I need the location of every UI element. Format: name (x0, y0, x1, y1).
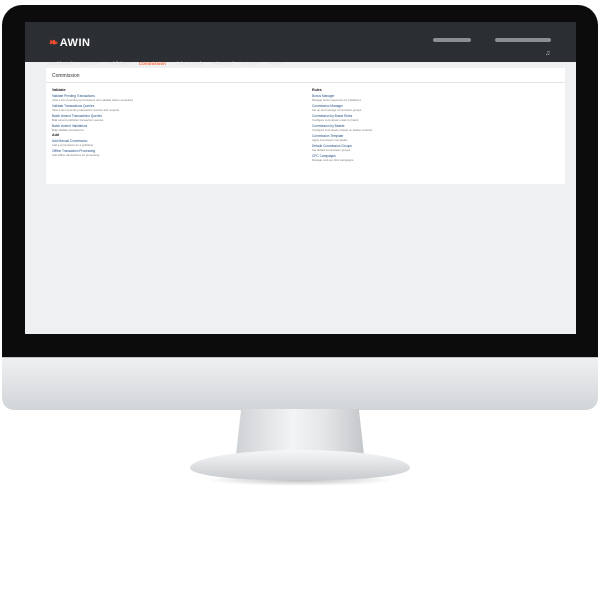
nav-item-dashboard[interactable]: Dashboard (49, 61, 73, 66)
entry-link[interactable]: Batch Amend Validations (52, 124, 302, 128)
entry-link[interactable]: Commission Template (312, 134, 562, 138)
awin-logo[interactable]: ❧AWIN (49, 36, 90, 49)
section-heading: Rules (312, 88, 322, 92)
entry-link[interactable]: CPC Campaigns (312, 154, 562, 158)
entry-link[interactable]: Offline Transaction Processing (52, 149, 302, 153)
flame-icon: ❧ (49, 37, 59, 49)
entry-link[interactable]: Commission by Basket (312, 124, 562, 128)
bell-icon[interactable]: ♫ (545, 50, 550, 57)
entry-link[interactable]: Default Commission Groups (312, 144, 562, 148)
validate-column: Validate Validate Pending Transactions Vie… (52, 87, 302, 157)
screen: ❧AWIN Dashboard Account Publishers Commi… (25, 22, 576, 334)
entry-link[interactable]: Commission Manager (312, 104, 562, 108)
entry-link[interactable]: Commission by Brand Rules (312, 114, 562, 118)
nav-item-advanced[interactable]: Advanced (212, 61, 234, 66)
section-heading: Validate (52, 88, 66, 92)
nav-item-commission[interactable]: Commission (139, 61, 166, 66)
entry-description: Set default commission groups (312, 148, 351, 152)
entry-description: View a list of pending transaction queri… (52, 108, 120, 112)
divider (46, 82, 565, 83)
user-menu[interactable] (495, 38, 551, 42)
entry-description: Manage bonus payments for publishers (312, 98, 361, 102)
entry-link[interactable]: Validate Pending Transactions (52, 94, 302, 98)
entry-description: Manage cost per click campaigns (312, 158, 354, 162)
section-heading: Add (52, 133, 59, 137)
entry-description: Add offline transactions for processing (52, 153, 100, 157)
logo-text: AWIN (59, 37, 91, 49)
monitor-stand-neck (236, 409, 364, 455)
top-navigation-bar: ❧AWIN Dashboard Account Publishers Commi… (25, 22, 576, 66)
nav-item-account[interactable]: Account (81, 61, 99, 66)
entry-description: Set up and manage commission groups (312, 108, 362, 112)
entry-description: Configure commission based on basket con… (312, 128, 373, 132)
entry-link[interactable]: Bonus Manager (312, 94, 562, 98)
entry-description: Add a commission for a publisher (52, 143, 94, 147)
entry-description: Bulk amend publisher transaction queries (52, 118, 104, 122)
entry-description: View a list of pending commissions and v… (52, 98, 134, 102)
monitor-chin (2, 357, 598, 410)
entry-link[interactable]: Validate Transactions Queries (52, 104, 302, 108)
entry-description: Apply commission templates (312, 138, 348, 142)
entry-description: Configure commission rates by brand (312, 118, 359, 122)
nav-item-support[interactable]: Support (242, 61, 259, 66)
account-selector[interactable] (433, 38, 471, 42)
entry-link[interactable]: Add Manual Commission (52, 139, 302, 143)
entry-description: Bulk validate transactions (52, 128, 84, 132)
entry-link[interactable]: Batch Amend Transactions Queries (52, 114, 302, 118)
monitor-stand-base (190, 450, 410, 480)
nav-item-publishers[interactable]: Publishers (107, 61, 130, 66)
rules-column: Rules Bonus Manager Manage bonus payments … (312, 87, 562, 162)
panel-title: Commission (52, 73, 80, 79)
nav-item-reports[interactable]: Reports (268, 61, 285, 66)
nav-item-links-tools[interactable]: Links & Tools (174, 61, 203, 66)
commission-panel: Commission Validate Validate Pending Tran… (46, 68, 565, 184)
